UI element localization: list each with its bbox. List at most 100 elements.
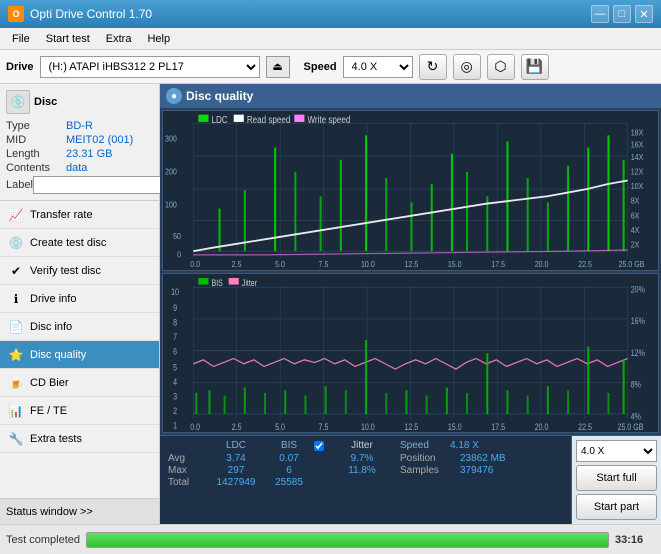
svg-text:17.5: 17.5 [491,421,505,431]
time-display: 33:16 [615,534,655,546]
svg-text:16%: 16% [631,316,646,326]
save-button[interactable]: 💾 [521,54,549,80]
svg-text:4: 4 [173,377,177,387]
svg-text:8: 8 [173,317,177,327]
extra-tests-label: Extra tests [30,433,82,445]
sidebar-item-cd-bier[interactable]: 🍺 CD Bier [0,369,159,397]
disc-button[interactable]: ◎ [453,54,481,80]
svg-text:16X: 16X [631,140,644,150]
avg-ldc: 3.74 [208,453,264,464]
avg-jitter: 9.7% [334,453,390,464]
svg-text:9: 9 [173,303,177,313]
svg-text:5.0: 5.0 [275,259,285,269]
svg-text:8%: 8% [631,379,642,389]
right-panel: ● Disc quality [160,84,661,524]
action-buttons: 4.0 X Start full Start part [571,436,661,524]
stats-section: LDC BIS Jitter Speed 4.18 X Avg 3.74 0.0… [160,435,661,524]
drive-info-icon: ℹ [8,291,24,307]
refresh-button[interactable]: ↻ [419,54,447,80]
svg-text:18X: 18X [631,128,644,138]
drive-info-label: Drive info [30,293,76,305]
drive-select[interactable]: (H:) ATAPI iHBS312 2 PL17 [40,56,260,78]
total-bis: 25585 [264,477,314,488]
disc-contents-row: Contents data [6,162,153,174]
max-row: Max 297 6 11.8% Samples 379476 [168,465,563,476]
svg-text:8X: 8X [631,196,640,206]
transfer-rate-icon: 📈 [8,207,24,223]
disc-type-val: BD-R [66,120,153,132]
menu-file[interactable]: File [4,31,38,47]
svg-text:4%: 4% [631,411,642,421]
bis-header: BIS [264,440,314,451]
disc-label-key: Label [6,179,33,191]
svg-text:2X: 2X [631,240,640,250]
svg-text:25.0 GB: 25.0 GB [618,421,644,431]
sidebar-item-transfer-rate[interactable]: 📈 Transfer rate [0,201,159,229]
app-title: Opti Drive Control 1.70 [30,7,591,21]
max-bis: 6 [264,465,314,476]
disc-mid-val: MEIT02 (001) [66,134,153,146]
speed-select[interactable]: 4.0 X [343,56,413,78]
jitter-checkbox[interactable] [314,441,324,451]
disc-type-row: Type BD-R [6,120,153,132]
chart-ldc: LDC Read speed Write speed 300 200 100 5… [162,110,659,271]
disc-header-label: Disc [34,96,57,108]
max-ldc: 297 [208,465,264,476]
create-test-disc-icon: 💿 [8,235,24,251]
svg-text:Jitter: Jitter [242,278,258,288]
sidebar-item-verify-test-disc[interactable]: ✔ Verify test disc [0,257,159,285]
start-part-button[interactable]: Start part [576,494,657,520]
svg-text:2.5: 2.5 [232,421,242,431]
disc-contents-val: data [66,162,153,174]
sidebar-item-fe-te[interactable]: 📊 FE / TE [0,397,159,425]
status-window-button[interactable]: Status window >> [0,498,159,524]
main-content: 💿 Disc Type BD-R MID MEIT02 (001) Length… [0,84,661,524]
sidebar-item-extra-tests[interactable]: 🔧 Extra tests [0,425,159,453]
svg-text:10X: 10X [631,181,644,191]
speed-select-stats[interactable]: 4.0 X [576,440,657,462]
svg-text:1: 1 [173,420,177,430]
eject-button[interactable]: ⏏ [266,56,290,78]
svg-text:200: 200 [165,167,177,177]
cd-bier-label: CD Bier [30,377,69,389]
nav-spacer [0,453,159,498]
drivebar: Drive (H:) ATAPI iHBS312 2 PL17 ⏏ Speed … [0,50,661,84]
sidebar-item-disc-info[interactable]: 📄 Disc info [0,313,159,341]
disc-header: 💿 Disc [6,90,153,114]
verify-test-disc-label: Verify test disc [30,265,101,277]
menu-extra[interactable]: Extra [98,31,140,47]
svg-text:12X: 12X [631,167,644,177]
menubar: File Start test Extra Help [0,28,661,50]
sidebar-item-disc-quality[interactable]: ⭐ Disc quality [0,341,159,369]
disc-label-row: Label ✎ [6,176,153,194]
settings-button[interactable]: ⬡ [487,54,515,80]
sidebar-item-create-test-disc[interactable]: 💿 Create test disc [0,229,159,257]
disc-length-key: Length [6,148,66,160]
svg-text:12%: 12% [631,348,646,358]
disc-label-input[interactable] [33,176,171,194]
close-button[interactable]: ✕ [635,5,653,23]
fe-te-icon: 📊 [8,403,24,419]
svg-text:6: 6 [173,346,177,356]
menu-help[interactable]: Help [139,31,178,47]
svg-text:2: 2 [173,406,177,416]
start-full-button[interactable]: Start full [576,465,657,491]
svg-text:10: 10 [171,287,179,297]
svg-text:LDC: LDC [211,114,228,125]
max-label: Max [168,465,208,476]
avg-row: Avg 3.74 0.07 9.7% Position 23862 MB [168,453,563,464]
menu-start-test[interactable]: Start test [38,31,98,47]
total-label: Total [168,477,208,488]
position-label: Position [400,453,460,464]
svg-text:22.5: 22.5 [578,421,592,431]
minimize-button[interactable]: — [591,5,609,23]
samples-val: 379476 [460,465,520,476]
sidebar-item-drive-info[interactable]: ℹ Drive info [0,285,159,313]
disc-type-key: Type [6,120,66,132]
maximize-button[interactable]: □ [613,5,631,23]
svg-text:Read speed: Read speed [247,114,291,125]
svg-text:50: 50 [173,231,181,241]
avg-bis: 0.07 [264,453,314,464]
svg-text:5: 5 [173,362,177,372]
speed-label: Speed [304,61,337,73]
